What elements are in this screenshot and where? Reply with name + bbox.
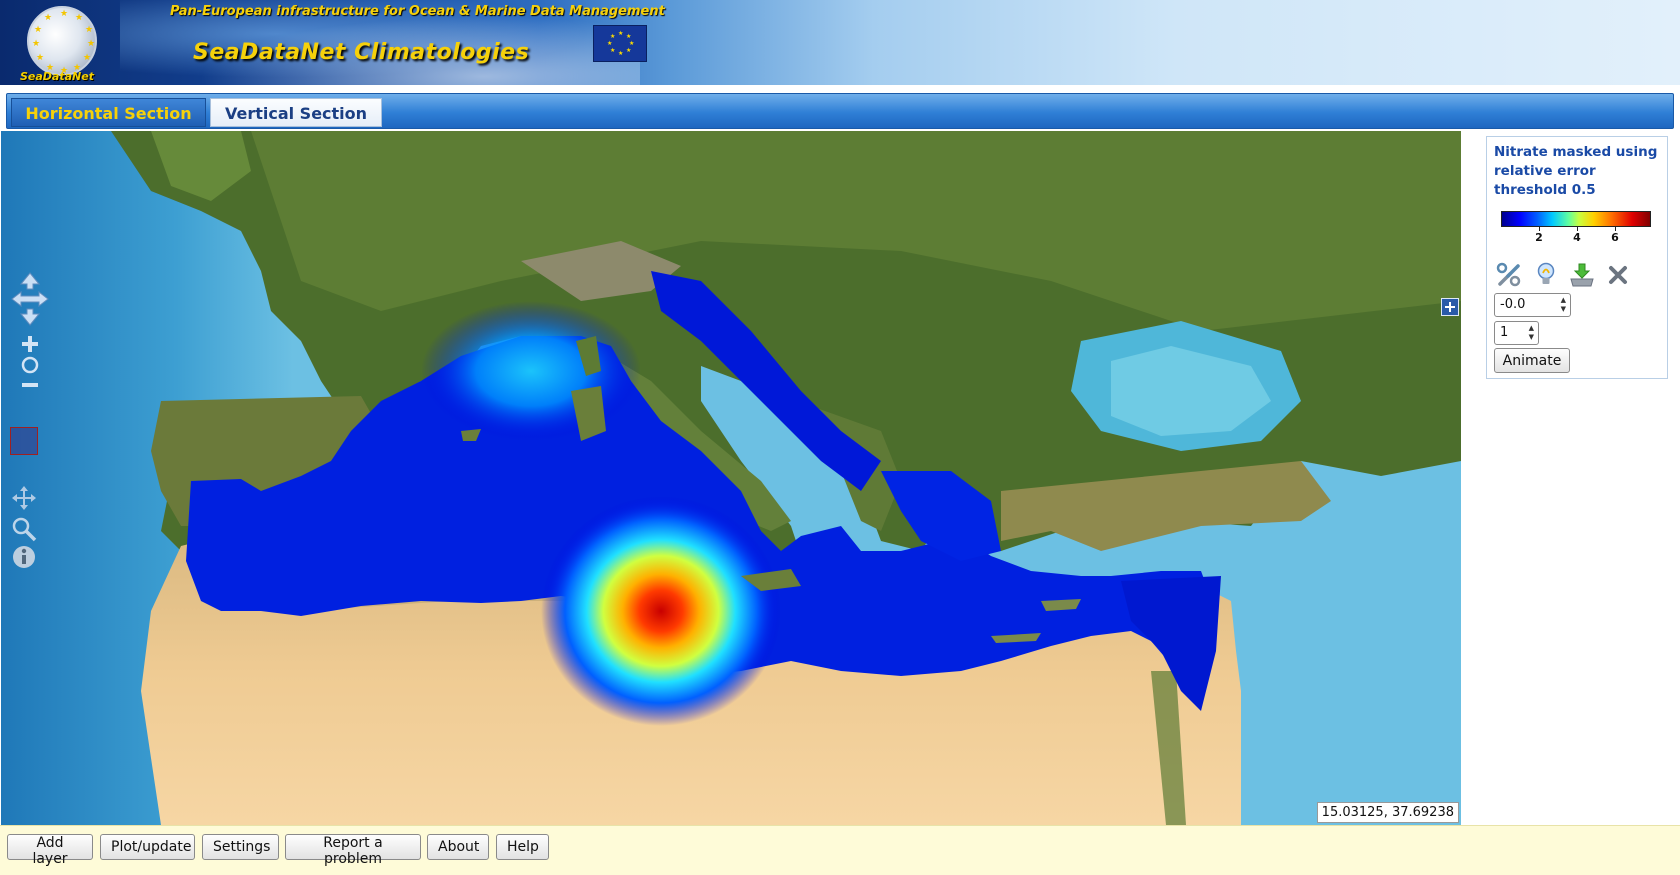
spinner-arrows-icon[interactable]: ▲ ▼ xyxy=(1529,324,1534,342)
time-value: 1 xyxy=(1500,325,1509,340)
logo-text: SeaDataNet xyxy=(20,70,94,83)
banner-tagline: Pan-European infrastructure for Ocean & … xyxy=(170,4,665,19)
colorbar xyxy=(1501,211,1651,227)
plot-update-button[interactable]: Plot/update xyxy=(100,834,195,860)
layer-switcher-icon[interactable] xyxy=(1441,298,1459,316)
basemap xyxy=(1,131,1461,825)
overview-map-toggle[interactable] xyxy=(10,427,38,455)
colorbar-tick-label: 2 xyxy=(1535,231,1543,244)
cursor-coordinates: 15.03125, 37.69238 xyxy=(1316,802,1459,823)
help-button[interactable]: Help xyxy=(496,834,549,860)
depth-selector[interactable]: -0.0 ▲ ▼ xyxy=(1494,293,1571,317)
depth-value: -0.0 xyxy=(1500,297,1526,312)
section-tab-bar: Horizontal Section Vertical Section xyxy=(6,93,1674,129)
colorbar-tick-label: 6 xyxy=(1611,231,1619,244)
spinner-arrows-icon[interactable]: ▲ ▼ xyxy=(1561,296,1566,314)
close-icon[interactable] xyxy=(1604,261,1632,289)
pan-up-icon[interactable] xyxy=(19,272,41,290)
eu-flag-icon: ★ ★ ★ ★ ★ ★ ★ ★ xyxy=(593,25,647,62)
lightbulb-icon[interactable] xyxy=(1532,261,1560,289)
zoom-in-icon[interactable] xyxy=(20,334,40,354)
map-view[interactable]: 15.03125, 37.69238 xyxy=(1,131,1461,825)
tab-vertical-section[interactable]: Vertical Section xyxy=(210,98,382,127)
header-banner: ★ ★ ★ ★ ★ ★ ★ ★ ★ ★ ★ ★ SeaDataNet Pan-Europea… xyxy=(0,0,1680,85)
layer-title: Nitrate masked using relative error thre… xyxy=(1494,144,1658,198)
report-problem-button[interactable]: Report a problem xyxy=(285,834,421,867)
zoom-world-icon[interactable] xyxy=(20,355,40,375)
download-icon[interactable] xyxy=(1568,261,1596,289)
about-button[interactable]: About xyxy=(427,834,489,860)
banner-title: SeaDataNet Climatologies xyxy=(193,40,530,65)
zoom-out-icon[interactable] xyxy=(20,375,40,395)
colorbar-tick-label: 4 xyxy=(1573,231,1581,244)
add-layer-button[interactable]: Add layer xyxy=(7,834,93,867)
settings-button[interactable]: Settings xyxy=(202,834,279,860)
pan-left-right-icon[interactable] xyxy=(11,290,49,308)
info-icon[interactable] xyxy=(11,544,37,570)
animate-button[interactable]: Animate xyxy=(1494,348,1570,373)
tab-horizontal-section[interactable]: Horizontal Section xyxy=(11,98,206,127)
seadatanet-logo: ★ ★ ★ ★ ★ ★ ★ ★ ★ ★ ★ ★ xyxy=(27,6,97,76)
tools-icon[interactable] xyxy=(1495,261,1523,289)
zoom-box-icon[interactable] xyxy=(11,516,37,542)
bottom-toolbar: Add layer Plot/update Settings Report a … xyxy=(0,825,1680,875)
layer-legend-panel: Nitrate masked using relative error thre… xyxy=(1486,136,1668,379)
time-selector[interactable]: 1 ▲ ▼ xyxy=(1494,321,1539,345)
pan-down-icon[interactable] xyxy=(19,308,41,326)
drag-pan-icon[interactable] xyxy=(11,485,37,511)
